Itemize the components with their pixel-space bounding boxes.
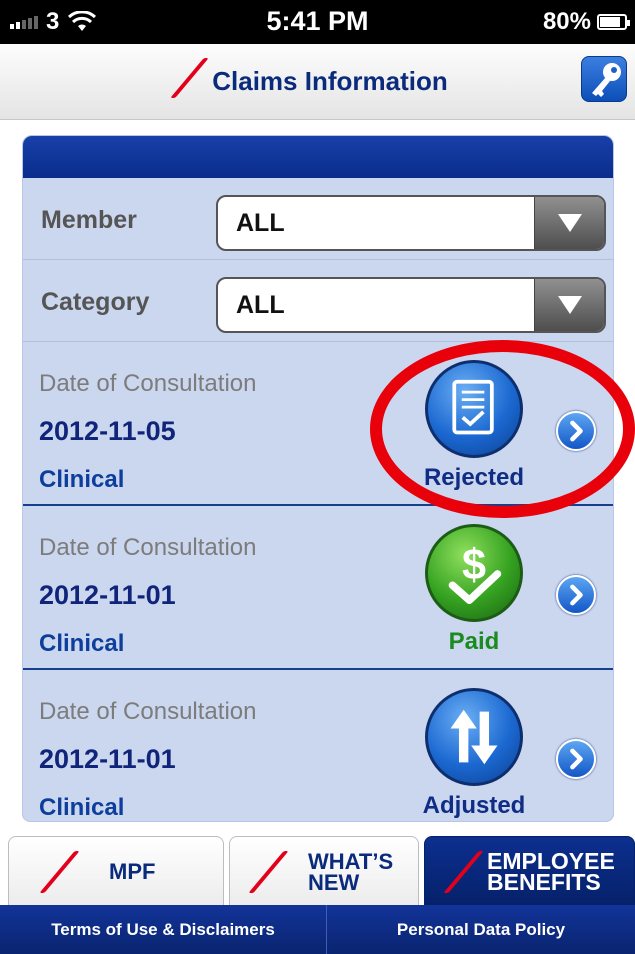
chevron-down-icon[interactable] <box>534 197 604 249</box>
brand-slash-icon <box>443 851 484 893</box>
clock: 5:41 PM <box>266 6 369 36</box>
chevron-right-icon <box>570 420 583 442</box>
navigation-bar: Claims Information <box>0 44 635 120</box>
claim-type: Clinical <box>39 630 125 657</box>
tab-label: WHAT’S NEW <box>308 849 394 895</box>
status-bar: 3 5:41 PM 80% <box>0 0 635 44</box>
member-label: Member <box>41 206 137 234</box>
category-filter-row: Category ALL <box>23 260 613 342</box>
claim-type: Clinical <box>39 466 125 493</box>
claim-detail-button[interactable] <box>556 575 596 615</box>
footer-bar: Terms of Use & Disclaimers Personal Data… <box>0 905 635 954</box>
tab-mpf[interactable]: MPF <box>8 836 224 905</box>
page-title: Claims Information <box>0 58 635 99</box>
tab-bar: MPF WHAT’S NEW EMPLOYEE BENEFITS <box>0 833 635 905</box>
claim-status: Rejected <box>423 464 525 491</box>
brand-slash-icon <box>170 58 210 99</box>
brand-slash-icon <box>248 851 289 893</box>
brand-slash-icon <box>39 851 80 893</box>
tab-whats-new[interactable]: WHAT’S NEW <box>229 836 419 905</box>
claims-panel: Member ALL Category ALL Date of Consulta… <box>22 135 614 822</box>
claim-date-label: Date of Consultation <box>39 698 257 725</box>
claim-detail-button[interactable] <box>556 739 596 779</box>
chevron-right-icon <box>570 584 583 606</box>
claim-date: 2012-11-05 <box>39 416 176 446</box>
tab-label: EMPLOYEE BENEFITS <box>487 848 615 895</box>
dollar-check-icon: $ <box>425 524 523 622</box>
claim-row[interactable]: Date of Consultation 2012-11-05 Clinical… <box>23 342 613 506</box>
claim-date: 2012-11-01 <box>39 744 176 774</box>
claim-date: 2012-11-01 <box>39 580 176 610</box>
category-select-value: ALL <box>236 291 285 319</box>
battery-icon <box>597 14 630 30</box>
member-select-value: ALL <box>236 209 285 237</box>
claim-row[interactable]: Date of Consultation 2012-11-01 Clinical… <box>23 506 613 670</box>
privacy-link[interactable]: Personal Data Policy <box>327 920 635 940</box>
claim-type: Clinical <box>39 794 125 821</box>
up-down-arrows-icon <box>425 688 523 786</box>
claim-date-label: Date of Consultation <box>39 370 257 397</box>
claim-detail-button[interactable] <box>556 411 596 451</box>
claim-status: Adjusted <box>422 792 526 819</box>
tab-employee-benefits[interactable]: EMPLOYEE BENEFITS <box>424 836 635 905</box>
document-check-icon <box>425 360 523 458</box>
panel-header <box>23 136 613 178</box>
claim-row[interactable]: Date of Consultation 2012-11-01 Clinical… <box>23 670 613 821</box>
category-select[interactable]: ALL <box>216 277 606 333</box>
chevron-right-icon <box>570 748 583 770</box>
battery-percent: 80% <box>542 8 591 35</box>
claim-status: Paid <box>448 628 500 655</box>
category-label: Category <box>41 288 150 316</box>
member-filter-row: Member ALL <box>23 178 613 260</box>
claim-date-label: Date of Consultation <box>39 534 257 561</box>
key-icon <box>592 63 621 97</box>
tab-label: MPF <box>109 859 156 884</box>
battery-status: 80% <box>542 8 630 36</box>
terms-link[interactable]: Terms of Use & Disclaimers <box>0 920 326 940</box>
login-key-button[interactable] <box>581 56 627 102</box>
svg-text:$: $ <box>462 542 486 590</box>
chevron-down-icon[interactable] <box>534 279 604 331</box>
member-select[interactable]: ALL <box>216 195 606 251</box>
